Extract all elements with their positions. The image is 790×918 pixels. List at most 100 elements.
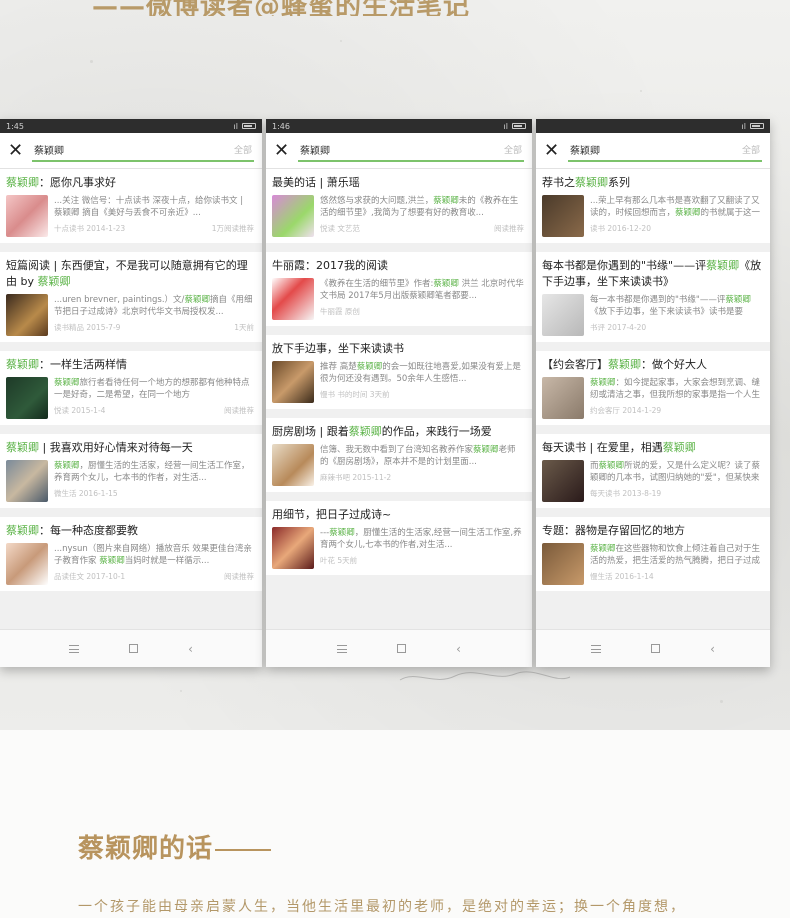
desc-text: 而 <box>590 461 599 471</box>
item-meta: 悦读 文艺范 阅读推荐 <box>320 223 524 235</box>
back-icon[interactable]: ‹ <box>710 642 715 656</box>
title-text: 用细节，把日子过成诗~ <box>272 508 392 521</box>
search-input[interactable]: 蔡颖卿 全部 <box>568 140 762 162</box>
back-icon[interactable]: ‹ <box>456 642 461 656</box>
list-item[interactable]: 每天读书 | 在爱里，相遇蔡颖卿 而蔡颖卿所说的爱，又是什么定义呢？读了蔡颖卿的几… <box>536 434 770 508</box>
item-meta: 品读佳文 2017-10-1 阅读推荐 <box>54 571 254 583</box>
list-item[interactable]: 放下手边事，坐下来读读书 推荐 高楚蔡颖卿的会一如既往地喜爱,如果没有爱上是很为何… <box>266 335 532 409</box>
signal-icon: ıl <box>503 121 508 131</box>
close-icon[interactable]: ✕ <box>544 140 560 161</box>
nav-bar: ‹ <box>536 629 770 667</box>
list-item[interactable]: 荐书之蔡颖卿系列 ...荣上早有那么几本书是喜欢翻了又翻读了又读的，时候回想而言，… <box>536 169 770 243</box>
item-source: 品读佳文 2017-10-1 <box>54 572 126 581</box>
item-text: 蔡颖卿在这些器物和饮食上倾注着自己对于生活的热爱，把生活爱的热气腾腾，把日子过成… <box>590 543 762 585</box>
list-item[interactable]: 蔡颖卿 | 我喜欢用好心情来对待每一天 蔡颖卿，厨懂生活的生活家，经营一间生活工作… <box>0 434 262 508</box>
item-body: 蔡颖卿在这些器物和饮食上倾注着自己对于生活的热爱，把生活爱的热气腾腾，把日子过成… <box>542 543 762 585</box>
desc-highlight: 蔡颖卿 <box>725 295 751 305</box>
item-body: 《教养在生活的细节里》作者:蔡颖卿 洪兰 北京时代华文书局 2017年5月出版蔡… <box>272 278 524 320</box>
item-text: ---蔡颖卿，厨懂生活的生活家,经营一间生活工作室,养育两个女儿,七本书的作者,… <box>320 527 524 569</box>
item-text: ...uren brevner, paintings.）文/蔡颖卿摘自《用细节把… <box>54 294 254 336</box>
item-meta: 约会客厅 2014-1-29 <box>590 405 762 417</box>
item-description: 推荐 高楚蔡颖卿的会一如既往地喜爱,如果没有爱上是很为何还没有遇到。50余年人生… <box>320 361 524 385</box>
item-tag: 1万阅读推荐 <box>211 224 254 233</box>
list-item[interactable]: 蔡颖卿：愿你凡事求好 ...关注 微信号：十点读书 深夜十点，给你读书文 | 蔡颖… <box>0 169 262 243</box>
item-thumbnail <box>272 527 314 569</box>
item-source: 叶花 5天前 <box>320 556 358 565</box>
item-text: 信簿、我无数中看到了台湾知名教养作家蔡颖卿老师的《厨房剧场》，原本并不是的计划里… <box>320 444 524 486</box>
item-tag: 阅读推荐 <box>494 224 524 233</box>
title-text-after: | 我喜欢用好心情来对待每一天 <box>39 441 193 454</box>
list-item[interactable]: 蔡颖卿：一样生活两样情 蔡颖卿旅行者看待任何一个地方的想那都有他种特点一是好奇，二… <box>0 351 262 425</box>
list-item[interactable]: 每本书都是你遇到的"书缘"——评蔡颖卿《放下手边事，坐下来读读书》 每一本书都是你… <box>536 252 770 342</box>
list-item[interactable]: 最美的话 | 萧乐瑶悠然悠与求获的大问题,洪兰，蔡颖卿未的《教养在生活的细节里》… <box>266 169 532 243</box>
item-title: 蔡颖卿：愿你凡事求好 <box>6 175 254 191</box>
list-item[interactable]: 专题：器物是存留回忆的地方 蔡颖卿在这些器物和饮食上倾注着自己对于生活的热爱，把生… <box>536 517 770 591</box>
list-item[interactable]: 厨房剧场 | 跟着蔡颖卿的作品，来践行一场爱 信簿、我无数中看到了台湾知名教养作家… <box>266 418 532 492</box>
battery-icon <box>750 123 764 129</box>
desc-text: ...关注 微信号：十点读书 深夜十点，给你读书 <box>54 196 230 206</box>
menu-icon[interactable] <box>591 644 602 653</box>
list-item[interactable]: 用细节，把日子过成诗~ ---蔡颖卿，厨懂生活的生活家,经营一间生活工作室,养育两… <box>266 501 532 575</box>
item-description: 蔡颖卿旅行者看待任何一个地方的想那都有他种特点一是好奇，二是希望，在同一个地方 <box>54 377 254 401</box>
list-item[interactable]: 蔡颖卿：每一种态度都要教 ...nysun（图片来自网络）播放音乐 效果更佳台湾亲… <box>0 517 262 591</box>
close-icon[interactable]: ✕ <box>274 140 290 161</box>
desc-highlight: 蔡颖卿 <box>433 196 459 206</box>
item-meta: 读书精品 2015-7-9 1天前 <box>54 322 254 334</box>
title-text: 牛丽霞：2017我的阅读 <box>272 259 388 272</box>
item-thumbnail <box>272 444 314 486</box>
home-icon[interactable] <box>651 644 661 653</box>
item-description: 悠然悠与求获的大问题,洪兰，蔡颖卿未的《教养在生活的细节里》,我简为了想要有好的… <box>320 195 524 219</box>
title-text: 最美的话 | 萧乐瑶 <box>272 176 360 189</box>
home-icon[interactable] <box>397 644 407 653</box>
item-source: 悦读 文艺范 <box>320 224 360 233</box>
search-input[interactable]: 蔡颖卿 全部 <box>32 140 254 162</box>
item-meta: 书评 2017-4-20 <box>590 322 762 334</box>
top-title: ——微博读者@蜂蜜的生活笔记 <box>92 0 471 16</box>
search-input[interactable]: 蔡颖卿 全部 <box>298 140 524 162</box>
close-icon[interactable]: ✕ <box>8 140 24 161</box>
list-item[interactable]: 短篇阅读 | 东西便宜，不是我可以随意拥有它的理由 by 蔡颖卿 ...uren … <box>0 252 262 342</box>
item-source: 十点读书 2014-1-23 <box>54 224 126 233</box>
filter-dropdown[interactable]: 全部 <box>234 143 252 156</box>
item-text: 推荐 高楚蔡颖卿的会一如既往地喜爱,如果没有爱上是很为何还没有遇到。50余年人生… <box>320 361 524 403</box>
title-text-after: 系列 <box>608 176 630 189</box>
result-list: 荐书之蔡颖卿系列 ...荣上早有那么几本书是喜欢翻了又翻读了又读的，时候回想而言，… <box>536 169 770 629</box>
desc-highlight: 蔡颖卿 <box>598 461 625 471</box>
item-meta: 十点读书 2014-1-23 1万阅读推荐 <box>54 223 254 235</box>
menu-icon[interactable] <box>69 644 80 653</box>
search-bar: ✕ 蔡颖卿 全部 <box>0 133 262 169</box>
item-source: 约会客厅 2014-1-29 <box>590 406 662 415</box>
item-body: ...关注 微信号：十点读书 深夜十点，给你读书文 | 蔡颖卿 摘自《美好与丢食… <box>6 195 254 237</box>
item-thumbnail <box>272 361 314 403</box>
list-item[interactable]: 【约会客厅】蔡颖卿：做个好大人 蔡颖卿：如今提起家事，大家会想到烹调、缝纫或清洁之… <box>536 351 770 425</box>
title-text: 荐书之 <box>542 176 575 189</box>
filter-dropdown[interactable]: 全部 <box>742 143 760 156</box>
item-description: 蔡颖卿在这些器物和饮食上倾注着自己对于生活的热爱，把生活爱的热气腾腾，把日子过成… <box>590 543 762 567</box>
title-highlight: 蔡颖卿 <box>608 358 641 371</box>
item-meta: 悦读 2015-1-4 阅读推荐 <box>54 405 254 417</box>
desc-highlight: 蔡颖卿 <box>99 556 125 566</box>
title-highlight: 蔡颖卿 <box>6 524 39 537</box>
phone-screenshots: 1:45 ıl ✕ 蔡颖卿 全部 蔡颖卿：愿你凡事求好 ...关注 微信号：十点读书 深夜十… <box>0 119 790 667</box>
nav-bar: ‹ <box>266 629 532 667</box>
menu-icon[interactable] <box>337 644 348 653</box>
item-title: 每天读书 | 在爱里，相遇蔡颖卿 <box>542 440 762 456</box>
item-title: 蔡颖卿：每一种态度都要教 <box>6 523 254 539</box>
list-item[interactable]: 牛丽霞：2017我的阅读《教养在生活的细节里》作者:蔡颖卿 洪兰 北京时代华文书… <box>266 252 532 326</box>
title-text-after: ：每一种态度都要教 <box>39 524 138 537</box>
item-tag: 阅读推荐 <box>224 406 254 415</box>
item-text: 悠然悠与求获的大问题,洪兰，蔡颖卿未的《教养在生活的细节里》,我简为了想要有好的… <box>320 195 524 237</box>
desc-text: 推荐 高楚 <box>320 362 357 372</box>
item-text: 蔡颖卿：如今提起家事，大家会想到烹调、缝纫或清洁之事，但我所想的家事是指一个人生… <box>590 377 762 419</box>
title-text: 每天读书 | 在爱里，相遇 <box>542 441 663 454</box>
filter-dropdown[interactable]: 全部 <box>504 143 522 156</box>
title-highlight: 蔡颖卿 <box>348 425 382 438</box>
item-body: 蔡颖卿旅行者看待任何一个地方的想那都有他种特点一是好奇，二是希望，在同一个地方悦… <box>6 377 254 419</box>
item-meta: 慢书 书的时间 3天前 <box>320 389 524 401</box>
home-icon[interactable] <box>129 644 139 653</box>
item-meta: 叶花 5天前 <box>320 555 524 567</box>
desc-highlight: 蔡颖卿 <box>590 544 616 554</box>
item-source: 悦读 2015-1-4 <box>54 406 106 415</box>
back-icon[interactable]: ‹ <box>188 642 193 656</box>
title-text: 每本书都是你遇到的"书缘"——评 <box>542 259 707 272</box>
